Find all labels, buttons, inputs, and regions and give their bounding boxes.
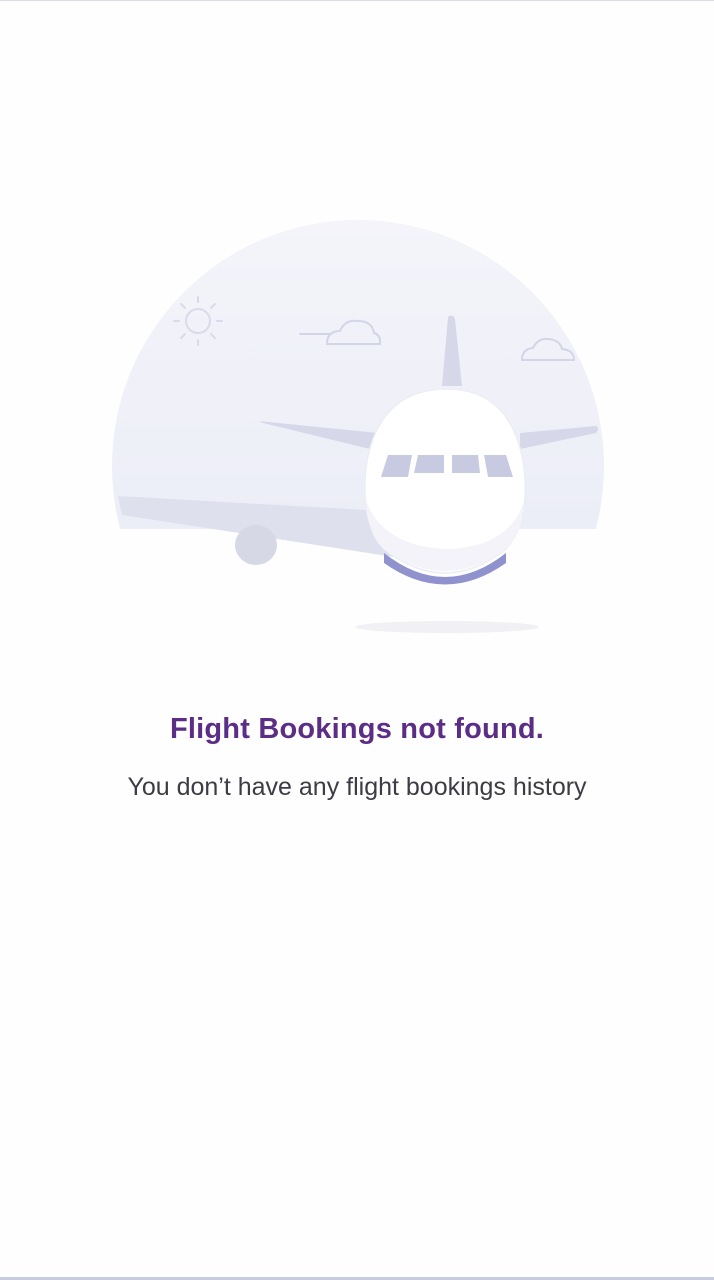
sky-circle — [112, 220, 604, 529]
airplane-illustration — [0, 1, 714, 681]
plane-shadow — [355, 621, 539, 633]
empty-flight-bookings-screen: Flight Bookings not found. You don’t hav… — [0, 0, 714, 1280]
empty-state-subtitle: You don’t have any flight bookings histo… — [127, 773, 587, 801]
empty-state-title: Flight Bookings not found. — [169, 713, 545, 745]
plane-engine — [235, 525, 277, 565]
